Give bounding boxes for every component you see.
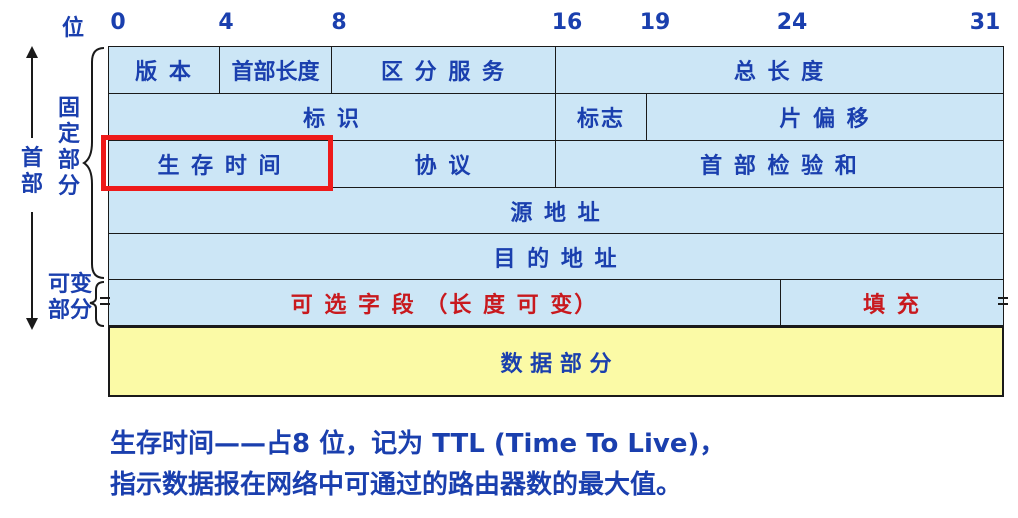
header-arrow-up-head	[26, 46, 38, 58]
bit-position-16: 16	[551, 10, 583, 35]
fixed-part-label: 固定部分	[57, 96, 80, 199]
bit-position-24: 24	[776, 10, 808, 35]
field-fragment-offset: 片 偏 移	[646, 93, 1004, 141]
bit-position-31: 31	[969, 10, 1001, 35]
bit-position-0: 0	[110, 10, 126, 35]
field-total-length: 总 长 度	[555, 46, 1004, 94]
field-destination-address: 目 的 地 址	[108, 233, 1004, 280]
field-version: 版 本	[108, 46, 220, 94]
field-differentiated-services: 区 分 服 务	[331, 46, 556, 94]
break-mark-right-bottom	[998, 303, 1008, 305]
field-header-length: 首部长度	[219, 46, 332, 94]
field-flags: 标志	[555, 93, 647, 141]
header-arrow-down-head	[26, 318, 38, 330]
ttl-highlight-box	[101, 135, 333, 191]
field-source-address: 源 地 址	[108, 187, 1004, 234]
variable-part-label: 可变部分	[47, 272, 92, 323]
break-mark-left-bottom	[100, 303, 110, 305]
field-protocol: 协 议	[331, 140, 556, 188]
bit-position-8: 8	[331, 10, 347, 35]
break-mark-left-top	[100, 297, 110, 299]
bit-position-4: 4	[218, 10, 234, 35]
field-header-checksum: 首 部 检 验 和	[555, 140, 1004, 188]
field-options: 可 选 字 段 （长 度 可 变）	[108, 279, 781, 326]
bit-position-19: 19	[639, 10, 671, 35]
break-mark-right-top	[998, 297, 1008, 299]
caption-line-1: 生存时间——占8 位，记为 TTL (Time To Live)，	[110, 429, 726, 459]
field-padding: 填 充	[780, 279, 1004, 326]
header-side-label: 首部	[20, 146, 43, 197]
field-identification: 标 识	[108, 93, 556, 141]
caption-line-2: 指示数据报在网络中可通过的路由器数的最大值。	[110, 470, 683, 500]
field-data: 数 据 部 分	[108, 326, 1004, 397]
